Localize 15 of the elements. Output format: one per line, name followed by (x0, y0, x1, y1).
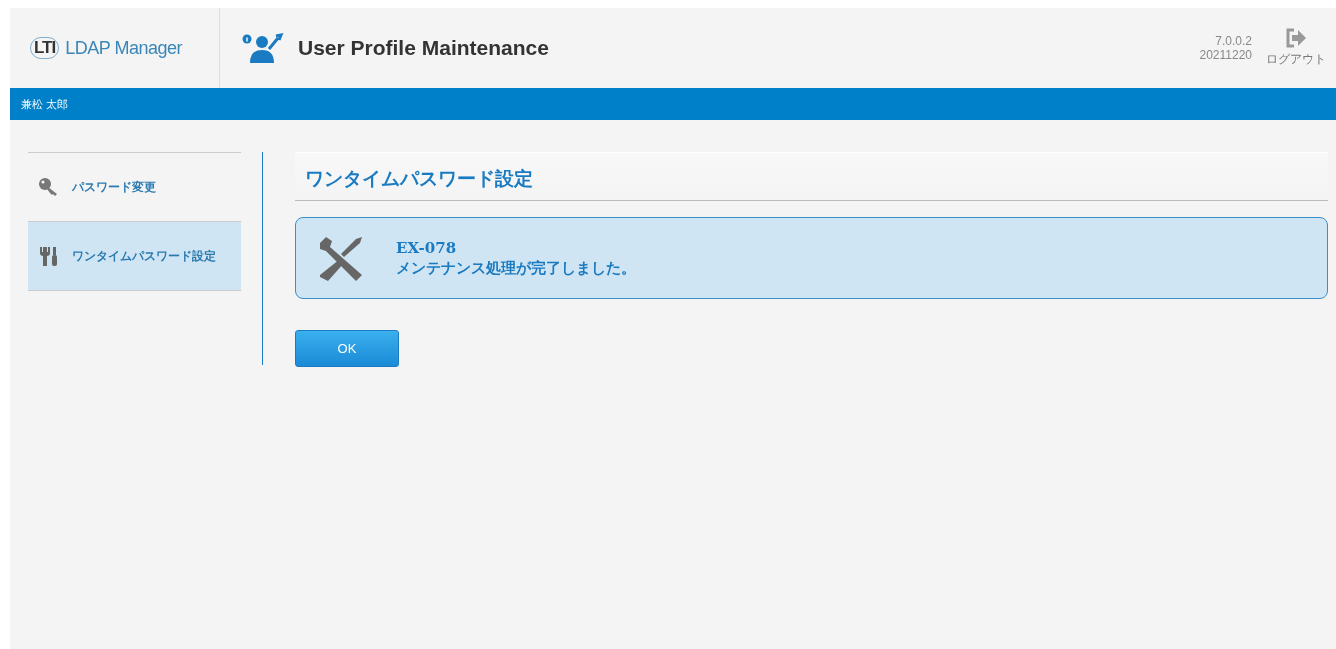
logout-button[interactable]: ログアウト (1266, 28, 1326, 68)
page-title: User Profile Maintenance (298, 36, 549, 60)
sidebar-item[interactable]: ワンタイムパスワード設定 (28, 222, 241, 291)
message-text: メンテナンス処理が完了しました。 (396, 258, 636, 278)
app-name: LDAP Manager (65, 37, 182, 59)
version-number: 7.0.0.2 (1214, 34, 1252, 48)
user-profile-icon (242, 33, 286, 63)
logout-icon (1285, 28, 1307, 48)
build-number: 20211220 (1199, 48, 1252, 62)
message-code: EX-078 (396, 238, 458, 258)
key-icon (38, 177, 60, 197)
section-heading: ワンタイムパスワード設定 (295, 152, 1328, 201)
user-name: 兼松 太郎 (21, 96, 69, 112)
ok-button[interactable]: OK (295, 330, 399, 367)
tools-icon (38, 245, 60, 267)
